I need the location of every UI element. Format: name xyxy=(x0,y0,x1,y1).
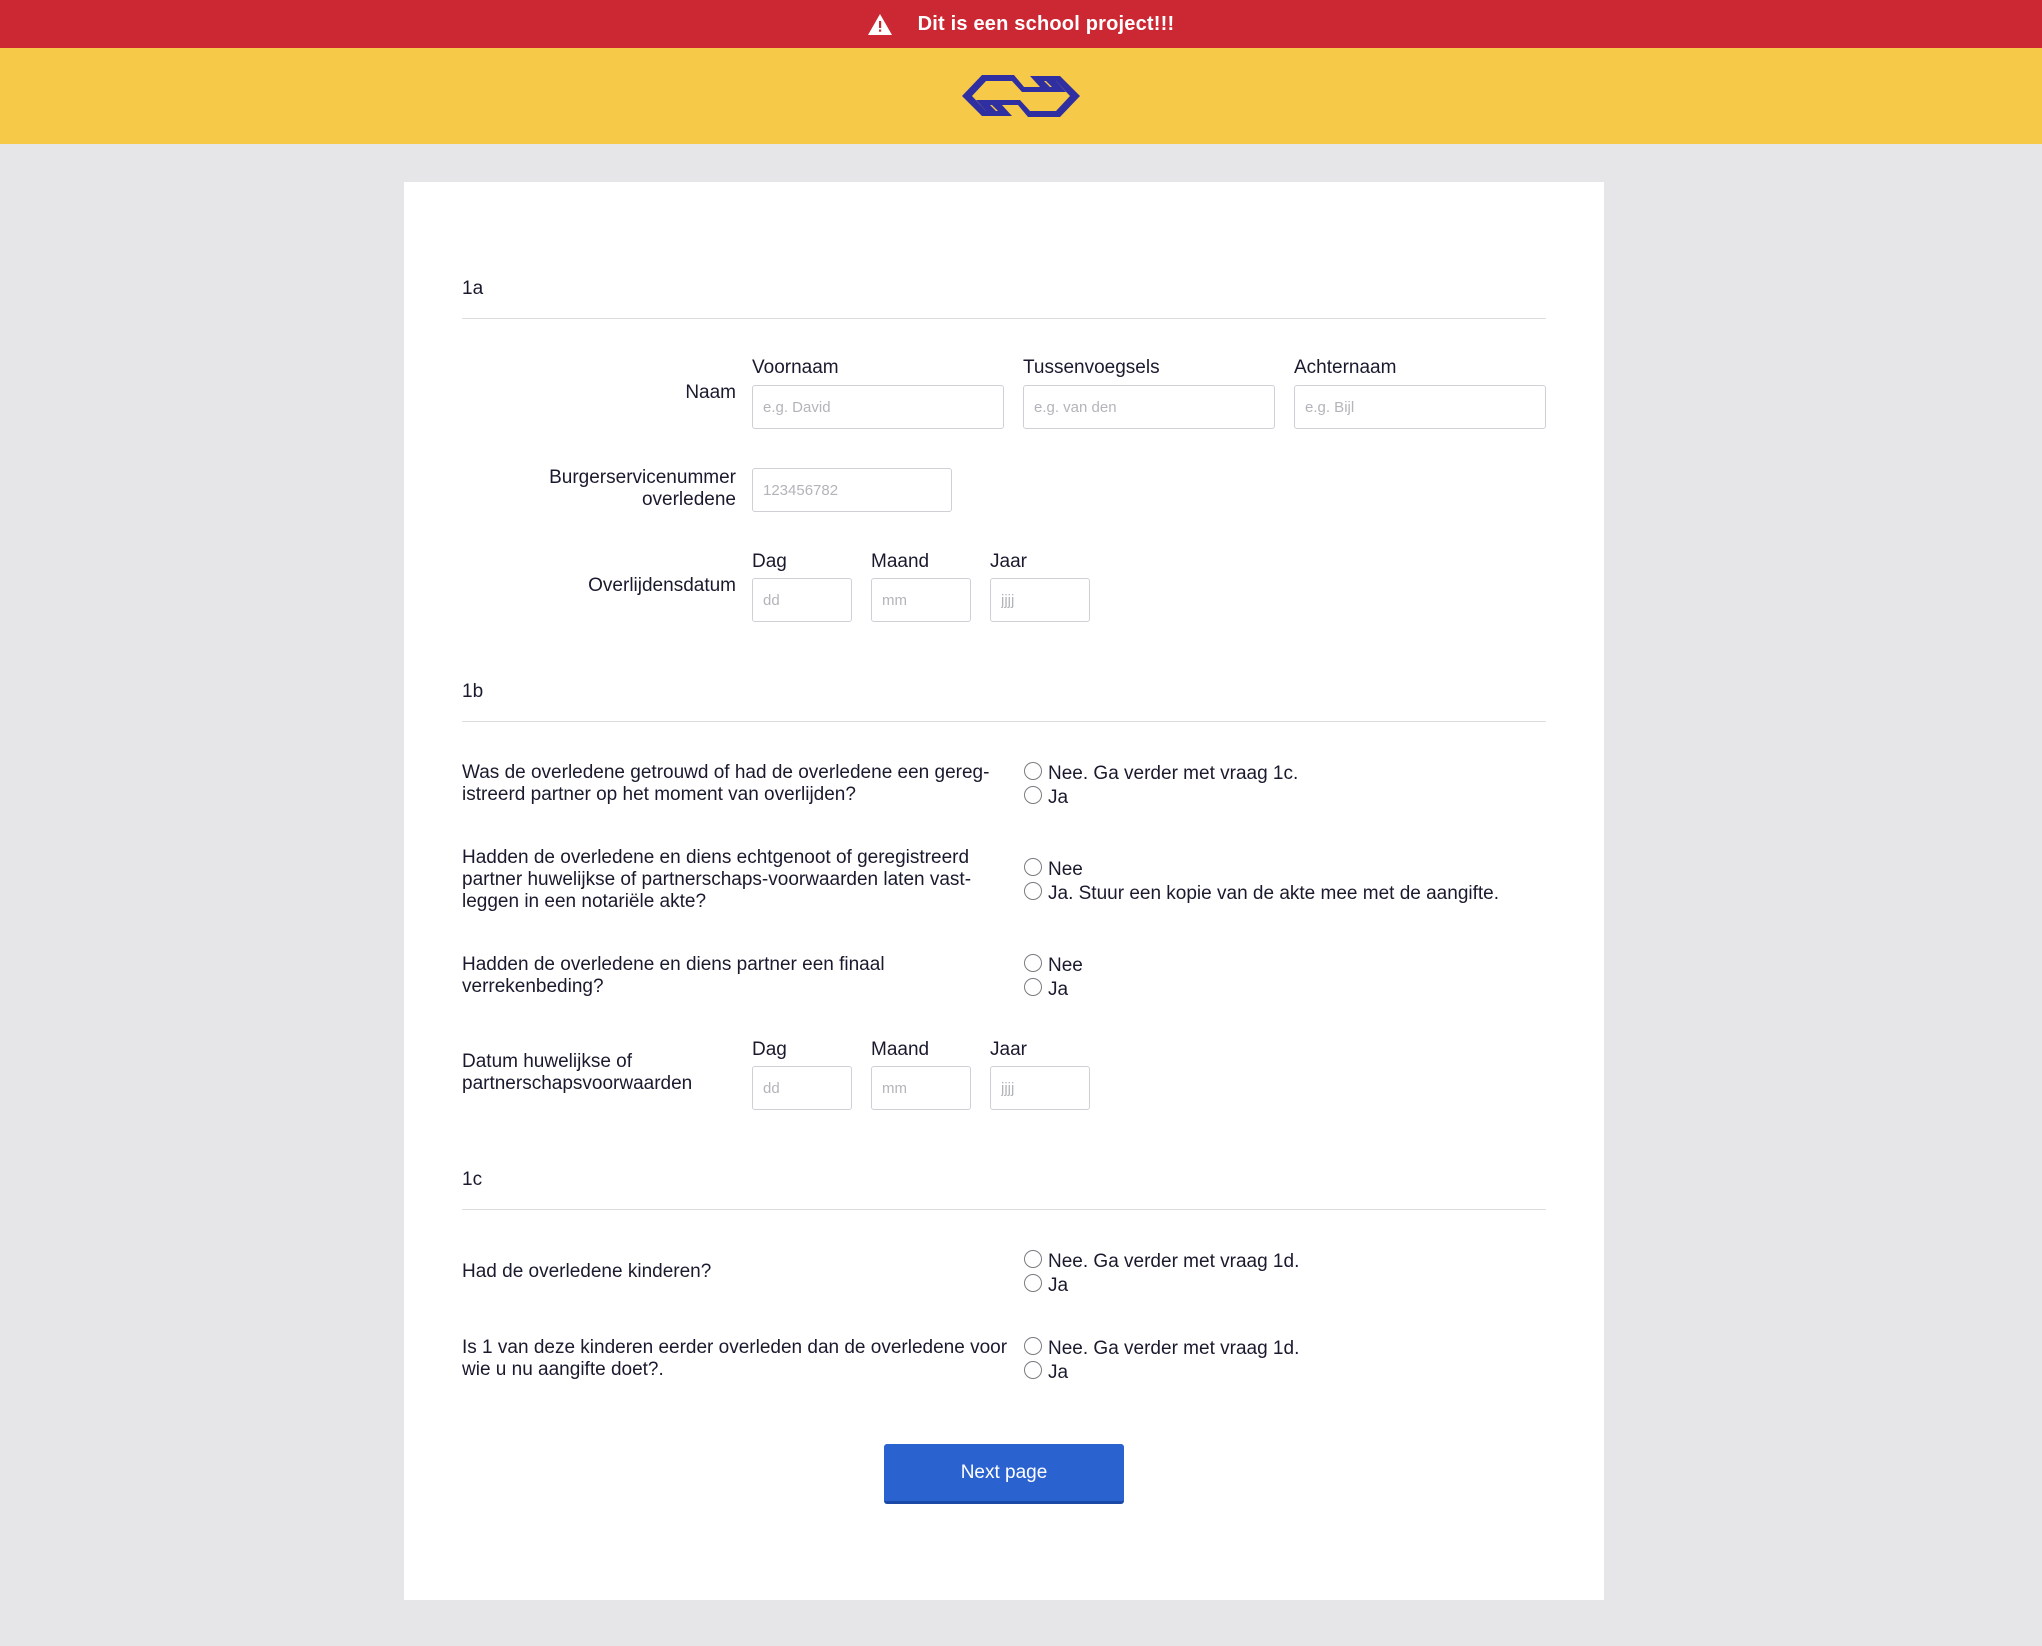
maand-label: Maand xyxy=(871,1039,930,1060)
section-divider xyxy=(462,1209,1546,1210)
radio-label: Nee. Ga verder met vraag 1c. xyxy=(1048,763,1299,784)
overlijden-maand-input[interactable] xyxy=(871,578,971,622)
radio-option-ja[interactable]: Ja xyxy=(1024,786,1298,810)
tussenvoegsels-label: Tussenvoegsels xyxy=(1023,357,1160,378)
section-title-1a: 1a xyxy=(462,278,484,299)
radio-option-ja[interactable]: Ja xyxy=(1024,978,1083,1002)
radio-option-nee[interactable]: Nee xyxy=(1024,858,1499,882)
radio-button[interactable] xyxy=(1024,858,1042,876)
radio-label: Ja xyxy=(1048,979,1069,1000)
radio-label: Nee. Ga verder met vraag 1d. xyxy=(1048,1251,1300,1272)
radio-button[interactable] xyxy=(1024,1337,1042,1355)
question-line: leggen in een notariële akte? xyxy=(462,891,707,912)
question-line: partner huwelijkse of partnerschaps-voor… xyxy=(462,869,972,890)
huwelijk-maand-input[interactable] xyxy=(871,1066,971,1110)
brand-header xyxy=(0,48,2042,144)
radio-group-kinderen: Nee. Ga verder met vraag 1d. Ja xyxy=(1024,1250,1299,1298)
naam-label: Naam xyxy=(685,382,736,403)
voornaam-input[interactable] xyxy=(752,385,1004,429)
question-line: partnerschapsvoorwaarden xyxy=(462,1073,693,1094)
question-line: Hadden de overledene en diens echtgenoot… xyxy=(462,847,970,868)
question-line: Was de overledene getrouwd of had de ove… xyxy=(462,762,990,783)
question-line: Is 1 van deze kinderen eerder overleden … xyxy=(462,1337,1008,1358)
next-page-button[interactable]: Next page xyxy=(884,1444,1124,1504)
question-line: Had de overledene kinderen? xyxy=(462,1261,712,1282)
question-line: Hadden de overledene en diens partner ee… xyxy=(462,954,885,975)
maand-label: Maand xyxy=(871,551,930,572)
radio-group-getrouwd: Nee. Ga verder met vraag 1c. Ja xyxy=(1024,762,1298,810)
banner-text: Dit is een school project!!! xyxy=(917,12,1175,35)
warning-icon xyxy=(867,13,892,35)
radio-button[interactable] xyxy=(1024,1361,1042,1379)
radio-group-kind-overleden: Nee. Ga verder met vraag 1d. Ja xyxy=(1024,1337,1299,1385)
question-getrouwd: Was de overledene getrouwd of had de ove… xyxy=(462,762,1002,806)
radio-option-ja[interactable]: Ja xyxy=(1024,1274,1299,1298)
section-title-1b: 1b xyxy=(462,681,484,702)
achternaam-input[interactable] xyxy=(1294,385,1546,429)
question-verrekenbeding: Hadden de overledene en diens partner ee… xyxy=(462,954,1002,998)
radio-button[interactable] xyxy=(1024,1274,1042,1292)
radio-group-voorwaarden: Nee Ja. Stuur een kopie van de akte mee … xyxy=(1024,858,1499,906)
dag-label: Dag xyxy=(752,551,787,572)
radio-label: Ja xyxy=(1048,1362,1069,1383)
question-line: Datum huwelijkse of xyxy=(462,1051,633,1072)
question-line: wie u nu aangifte doet?. xyxy=(462,1359,664,1380)
section-divider xyxy=(462,318,1546,319)
radio-button[interactable] xyxy=(1024,1250,1042,1268)
huwelijk-dag-input[interactable] xyxy=(752,1066,852,1110)
question-line: istreerd partner op het moment van overl… xyxy=(462,784,856,805)
radio-option-nee[interactable]: Nee. Ga verder met vraag 1d. xyxy=(1024,1337,1299,1361)
bsn-label: Burgerservicenummer overledene xyxy=(464,467,736,511)
radio-button[interactable] xyxy=(1024,882,1042,900)
question-kind-overleden: Is 1 van deze kinderen eerder overleden … xyxy=(462,1337,1022,1381)
overlijdensdatum-label: Overlijdensdatum xyxy=(588,575,736,596)
radio-group-verrekenbeding: Nee Ja xyxy=(1024,954,1083,1002)
question-line: verrekenbeding? xyxy=(462,976,604,997)
overlijden-dag-input[interactable] xyxy=(752,578,852,622)
school-project-banner: Dit is een school project!!! xyxy=(0,0,2042,48)
question-kinderen: Had de overledene kinderen? xyxy=(462,1261,1002,1283)
voornaam-label: Voornaam xyxy=(752,357,839,378)
bsn-input[interactable] xyxy=(752,468,952,512)
radio-label: Ja. Stuur een kopie van de akte mee met … xyxy=(1048,883,1500,904)
radio-button[interactable] xyxy=(1024,762,1042,780)
huwelijksdatum-label: Datum huwelijkse of partnerschapsvoorwaa… xyxy=(462,1051,722,1095)
achternaam-label: Achternaam xyxy=(1294,357,1397,378)
section-divider xyxy=(462,721,1546,722)
jaar-label: Jaar xyxy=(990,1039,1027,1060)
radio-option-ja[interactable]: Ja xyxy=(1024,1361,1299,1385)
radio-button[interactable] xyxy=(1024,786,1042,804)
bsn-label-line2: overledene xyxy=(641,489,736,510)
radio-label: Nee xyxy=(1048,955,1083,976)
overlijden-jaar-input[interactable] xyxy=(990,578,1090,622)
ns-logo[interactable] xyxy=(960,72,1082,120)
radio-label: Ja xyxy=(1048,1275,1069,1296)
tussenvoegsels-input[interactable] xyxy=(1023,385,1275,429)
question-voorwaarden: Hadden de overledene en diens echtgenoot… xyxy=(462,847,1002,913)
jaar-label: Jaar xyxy=(990,551,1027,572)
radio-option-nee[interactable]: Nee. Ga verder met vraag 1c. xyxy=(1024,762,1298,786)
section-title-1c: 1c xyxy=(462,1169,483,1190)
dag-label: Dag xyxy=(752,1039,787,1060)
radio-option-nee[interactable]: Nee xyxy=(1024,954,1083,978)
huwelijk-jaar-input[interactable] xyxy=(990,1066,1090,1110)
radio-button[interactable] xyxy=(1024,978,1042,996)
radio-label: Nee. Ga verder met vraag 1d. xyxy=(1048,1338,1300,1359)
radio-option-nee[interactable]: Nee. Ga verder met vraag 1d. xyxy=(1024,1250,1299,1274)
radio-label: Ja xyxy=(1048,787,1069,808)
radio-button[interactable] xyxy=(1024,954,1042,972)
bsn-label-line1: Burgerservicenummer xyxy=(549,467,736,488)
radio-option-ja[interactable]: Ja. Stuur een kopie van de akte mee met … xyxy=(1024,882,1499,906)
radio-label: Nee xyxy=(1048,859,1083,880)
form-card: 1a Naam Voornaam Tussenvoegsels Achterna… xyxy=(404,182,1604,1600)
